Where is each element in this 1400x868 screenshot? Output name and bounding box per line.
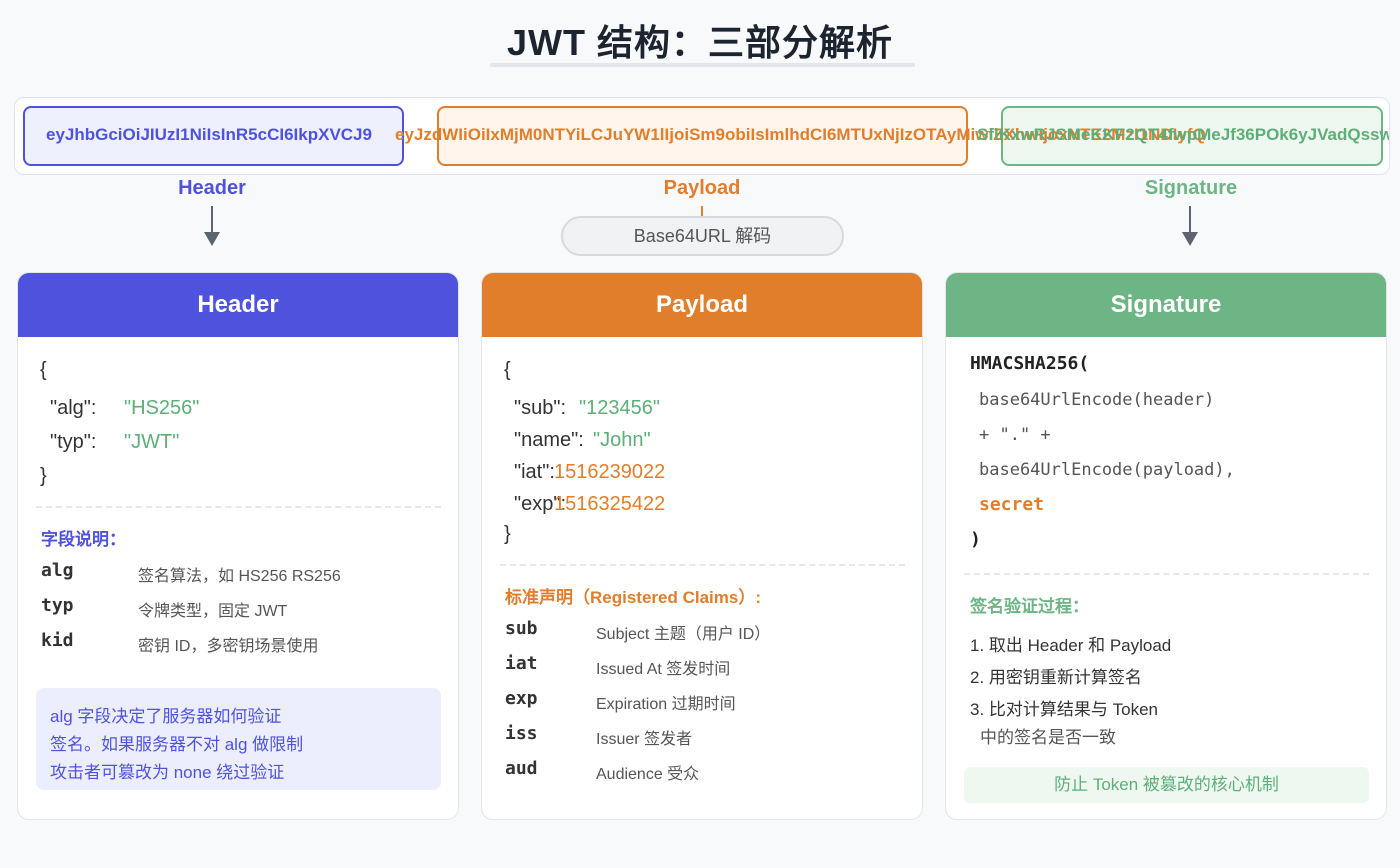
divider xyxy=(36,506,441,508)
json-key: "iat": xyxy=(514,461,555,483)
claim-key: aud xyxy=(505,758,538,779)
json-key: "alg": xyxy=(50,397,97,419)
field-desc: 密钥 ID，多密钥场景使用 xyxy=(138,638,319,655)
json-value: "HS256" xyxy=(124,397,200,419)
note-line: 签名。如果服务器不对 alg 做限制 xyxy=(50,735,304,754)
formula-close: ) xyxy=(970,529,981,550)
json-key: "sub": xyxy=(514,397,567,419)
json-value: "123456" xyxy=(579,397,660,419)
token-strip: eyJhbGciOiJIUzI1NiIsInR5cCI6IkpXVCJ9 eyJ… xyxy=(14,97,1390,175)
claim-key: iss xyxy=(505,723,538,744)
field-key: typ xyxy=(41,595,74,616)
decode-badge: Base64URL 解码 xyxy=(561,216,844,256)
formula-secret: secret xyxy=(979,494,1045,515)
field-key: alg xyxy=(41,560,74,581)
arrow-down-icon xyxy=(204,206,220,246)
formula-line: + "." + xyxy=(979,425,1051,445)
brace-close: } xyxy=(40,465,47,487)
brace-open: { xyxy=(504,359,511,381)
json-value: 1516239022 xyxy=(554,461,666,483)
field-desc: 签名算法，如 HS256 RS256 xyxy=(138,568,341,585)
formula-line: base64UrlEncode(header) xyxy=(979,390,1215,410)
title-underline xyxy=(490,63,915,67)
claim-key: iat xyxy=(505,653,538,674)
signature-note: 防止 Token 被篡改的核心机制 xyxy=(964,767,1369,803)
formula-line: base64UrlEncode(payload), xyxy=(979,460,1235,480)
json-value: "JWT" xyxy=(124,431,180,453)
json-key: "typ": xyxy=(50,431,97,453)
payload-card-title: Payload xyxy=(482,273,922,337)
verify-step: 1. 取出 Header 和 Payload xyxy=(970,636,1172,655)
payload-card: Payload { "sub": "123456" "name": "John"… xyxy=(481,272,923,820)
json-value: "John" xyxy=(593,429,651,451)
section-title: 签名验证过程： xyxy=(970,597,1089,616)
signature-card: Signature HMACSHA256( base64UrlEncode(he… xyxy=(945,272,1387,820)
section-title: 标准声明（Registered Claims）: xyxy=(505,588,761,607)
header-card-title: Header xyxy=(18,273,458,337)
label-header: Header xyxy=(178,177,246,199)
label-signature: Signature xyxy=(1144,177,1238,199)
json-key: "name": xyxy=(514,429,584,451)
signature-card-title: Signature xyxy=(946,273,1386,337)
brace-open: { xyxy=(40,359,47,381)
label-payload: Payload xyxy=(663,177,741,199)
note-line: 攻击者可篡改为 none 绕过验证 xyxy=(50,763,285,782)
field-key: kid xyxy=(41,630,74,651)
page-title: JWT 结构：三部分解析 xyxy=(507,22,893,63)
arrow-down-icon xyxy=(1182,206,1198,246)
claim-desc: Issued At 签发时间 xyxy=(596,661,731,678)
token-signature-text: SflKxwRJSMeKKF2QT4fwpMeJf36POk6yJVadQssw… xyxy=(977,125,1390,144)
formula-function: HMACSHA256( xyxy=(970,353,1090,374)
claim-desc: Issuer 签发者 xyxy=(596,731,693,748)
verify-step: 中的签名是否一致 xyxy=(980,728,1116,747)
claim-desc: Subject 主题（用户 ID） xyxy=(596,626,771,643)
header-card: Header { "alg": "HS256" "typ": "JWT" } 字… xyxy=(17,272,459,820)
verify-step: 2. 用密钥重新计算签名 xyxy=(970,668,1142,687)
token-header-text: eyJhbGciOiJIUzI1NiIsInR5cCI6IkpXVCJ9 xyxy=(46,125,372,144)
claim-key: exp xyxy=(505,688,538,709)
json-value: 1516325422 xyxy=(554,493,666,515)
brace-close: } xyxy=(504,523,511,545)
claim-desc: Expiration 过期时间 xyxy=(596,696,736,713)
claim-desc: Audience 受众 xyxy=(596,766,700,783)
verify-step: 3. 比对计算结果与 Token xyxy=(970,700,1158,719)
divider xyxy=(964,573,1369,575)
claim-key: sub xyxy=(505,618,538,639)
note-line: alg 字段决定了服务器如何验证 xyxy=(50,707,282,726)
divider xyxy=(500,564,905,566)
field-desc: 令牌类型，固定 JWT xyxy=(138,603,288,620)
warning-note: alg 字段决定了服务器如何验证 签名。如果服务器不对 alg 做限制 攻击者可… xyxy=(36,688,441,790)
section-title: 字段说明： xyxy=(41,530,126,549)
